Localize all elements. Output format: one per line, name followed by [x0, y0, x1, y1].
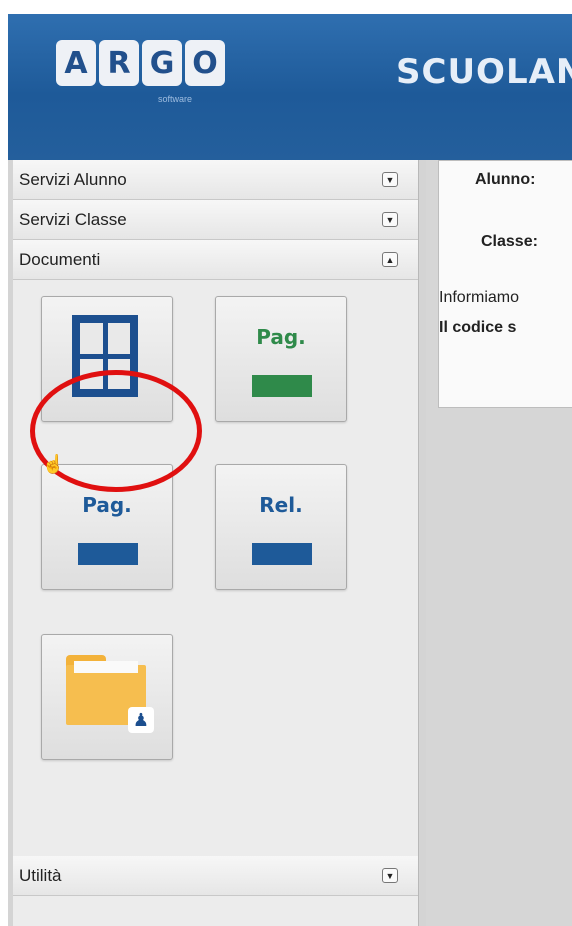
chevron-down-icon[interactable]: ▼ — [382, 212, 398, 227]
logo-letter: R — [99, 40, 139, 86]
section-label: Documenti — [19, 249, 101, 269]
section-label: Utilità — [19, 865, 62, 885]
logo-letter: G — [142, 40, 182, 86]
main-content: Alunno: Classe: Informiamo Il codice s — [426, 160, 572, 926]
classe-label: Classe: — [481, 233, 538, 250]
grid-cell — [107, 323, 130, 354]
tile-label: Pag. — [82, 493, 132, 517]
alunno-label: Alunno: — [475, 171, 536, 188]
chevron-down-icon[interactable]: ▼ — [382, 172, 398, 187]
sidebar-section-documenti[interactable]: Documenti ▲ — [13, 240, 418, 280]
grid-cell — [80, 323, 103, 354]
document-rel-button[interactable]: Rel. — [215, 464, 347, 590]
tile-label: Pag. — [256, 325, 306, 349]
student-info-box: Alunno: Classe: Informiamo Il codice s — [438, 160, 572, 408]
chevron-up-icon[interactable]: ▲ — [382, 252, 398, 267]
blue-bar-icon — [78, 543, 138, 565]
sidebar-section-servizi-alunno[interactable]: Servizi Alunno ▼ — [13, 160, 418, 200]
person-icon: ♟ — [128, 707, 154, 733]
sidebar-section-utilita[interactable]: Utilità ▼ — [13, 856, 418, 896]
logo-letter: O — [185, 40, 225, 86]
tile-label: Rel. — [259, 493, 303, 517]
section-label: Servizi Alunno — [19, 169, 127, 189]
app-title: SCUOLANE — [396, 52, 572, 92]
code-text: Il codice s — [439, 319, 517, 336]
logo-subtitle: software — [158, 94, 193, 104]
hand-cursor-icon: ☝ — [42, 454, 65, 474]
app-window: A R G O software SCUOLANE Servizi Alunno… — [8, 14, 572, 926]
document-folder-button[interactable]: ♟ — [41, 634, 173, 760]
argo-logo: A R G O — [56, 40, 225, 86]
sidebar-section-servizi-classe[interactable]: Servizi Classe ▼ — [13, 200, 418, 240]
sidebar: Servizi Alunno ▼ Servizi Classe ▼ Docume… — [13, 160, 419, 926]
blue-bar-icon — [252, 543, 312, 565]
app-header: A R G O software SCUOLANE — [8, 14, 572, 160]
document-pag-green-button[interactable]: Pag. — [215, 296, 347, 422]
chevron-down-icon[interactable]: ▼ — [382, 868, 398, 883]
folder-paper — [74, 661, 138, 673]
section-label: Servizi Classe — [19, 209, 127, 229]
logo-letter: A — [56, 40, 96, 86]
documents-panel: Pag. Pag. Rel. ♟ — [13, 280, 418, 856]
info-text: Informiamo — [439, 289, 520, 306]
green-bar-icon — [252, 375, 312, 397]
